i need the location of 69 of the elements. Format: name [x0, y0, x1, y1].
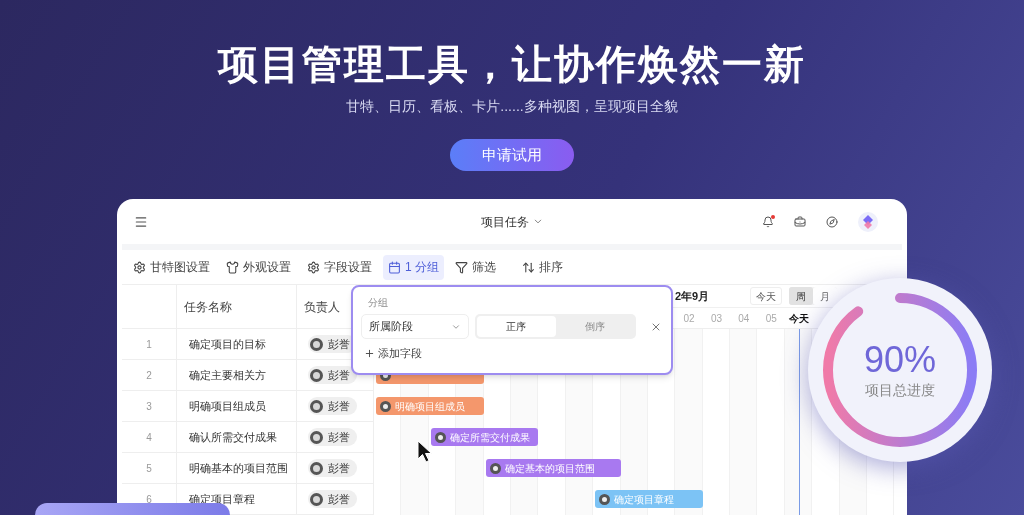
- task-name: 确定项目的目标: [189, 336, 266, 352]
- order-tab[interactable]: 正序: [477, 316, 556, 337]
- hero-title: 项目管理工具，让协作焕然一新: [218, 41, 806, 88]
- avatar-icon: [489, 462, 501, 474]
- calendar-icon: [388, 260, 401, 274]
- owner-tag: 彭誉: [308, 366, 357, 384]
- avatar-icon: [310, 430, 323, 444]
- day-label: 今天: [788, 311, 809, 326]
- avatar-icon: [434, 431, 446, 443]
- scale-tab[interactable]: 周: [789, 287, 814, 305]
- progress-value: 90%: [863, 339, 937, 380]
- day-label: 04: [738, 311, 750, 326]
- avatar-icon: [599, 493, 611, 505]
- row-number: 6: [146, 492, 152, 507]
- row-number: 5: [146, 461, 152, 476]
- window-title: 项目任务: [480, 213, 529, 231]
- apply-trial-button[interactable]: 申请试用: [450, 139, 574, 171]
- progress-label: 项目总进度: [865, 380, 935, 400]
- hero-subtitle: 甘特、日历、看板、卡片......多种视图，呈现项目全貌: [346, 97, 678, 116]
- owner-tag: 彭誉: [308, 397, 357, 415]
- avatar-icon: [310, 399, 323, 413]
- month-label: 2年9月: [675, 288, 710, 304]
- bar-label: 明确项目组成员: [395, 399, 465, 414]
- scale-tab[interactable]: 月: [813, 287, 838, 305]
- toolbar-button[interactable]: 筛选: [450, 254, 501, 280]
- row-number: 3: [146, 399, 152, 414]
- toolbar-button[interactable]: 字段设置: [302, 254, 377, 280]
- task-name: 确定主要相关方: [189, 367, 266, 383]
- field-select[interactable]: 所属阶段: [361, 314, 469, 339]
- task-name: 确认所需交付成果: [189, 429, 277, 445]
- bar-label: 确定基本的项目范围: [504, 461, 595, 476]
- notification-icon[interactable]: [762, 215, 774, 228]
- today-button[interactable]: 今天: [750, 287, 783, 305]
- task-name: 明确基本的项目范围: [189, 460, 288, 476]
- gear-icon: [133, 260, 146, 274]
- filter-icon: [455, 260, 468, 274]
- owner-tag: 彭誉: [308, 490, 357, 508]
- popover-title: 分组: [368, 296, 389, 310]
- task-name: 明确项目组成员: [189, 398, 266, 414]
- column-header: 任务名称: [184, 298, 232, 316]
- toolbar-button[interactable]: 1 分组: [383, 254, 444, 280]
- bar-label: 确定所需交付成果: [449, 430, 530, 445]
- compass-icon[interactable]: [826, 215, 838, 228]
- toolbar-button[interactable]: 外观设置: [221, 254, 296, 280]
- day-label: 02: [683, 311, 695, 326]
- toolbar-button[interactable]: 甘特图设置: [128, 254, 215, 280]
- plus-icon: [364, 347, 375, 359]
- row-number: 1: [146, 337, 152, 352]
- avatar-icon: [380, 400, 391, 412]
- menu-icon[interactable]: [134, 214, 148, 229]
- app-logo-icon[interactable]: [858, 211, 878, 232]
- avatar-icon: [310, 492, 323, 506]
- gear-icon: [307, 260, 320, 274]
- avatar-icon: [310, 337, 323, 351]
- avatar-icon: [310, 368, 323, 382]
- bar-label: 确定项目章程: [614, 492, 675, 507]
- briefcase-icon[interactable]: [794, 215, 806, 228]
- row-number: 4: [146, 430, 152, 445]
- shirt-icon: [226, 260, 239, 274]
- row-number: 2: [146, 368, 152, 383]
- avatar-icon: [310, 461, 323, 475]
- owner-tag: 彭誉: [308, 459, 357, 477]
- add-field-button[interactable]: 添加字段: [364, 345, 422, 362]
- day-label: 05: [765, 311, 777, 326]
- owner-tag: 彭誉: [308, 428, 357, 446]
- sort-icon: [522, 260, 535, 274]
- column-header: 负责人: [304, 298, 340, 316]
- day-label: 03: [710, 311, 723, 326]
- toolbar-button[interactable]: 排序: [517, 254, 568, 280]
